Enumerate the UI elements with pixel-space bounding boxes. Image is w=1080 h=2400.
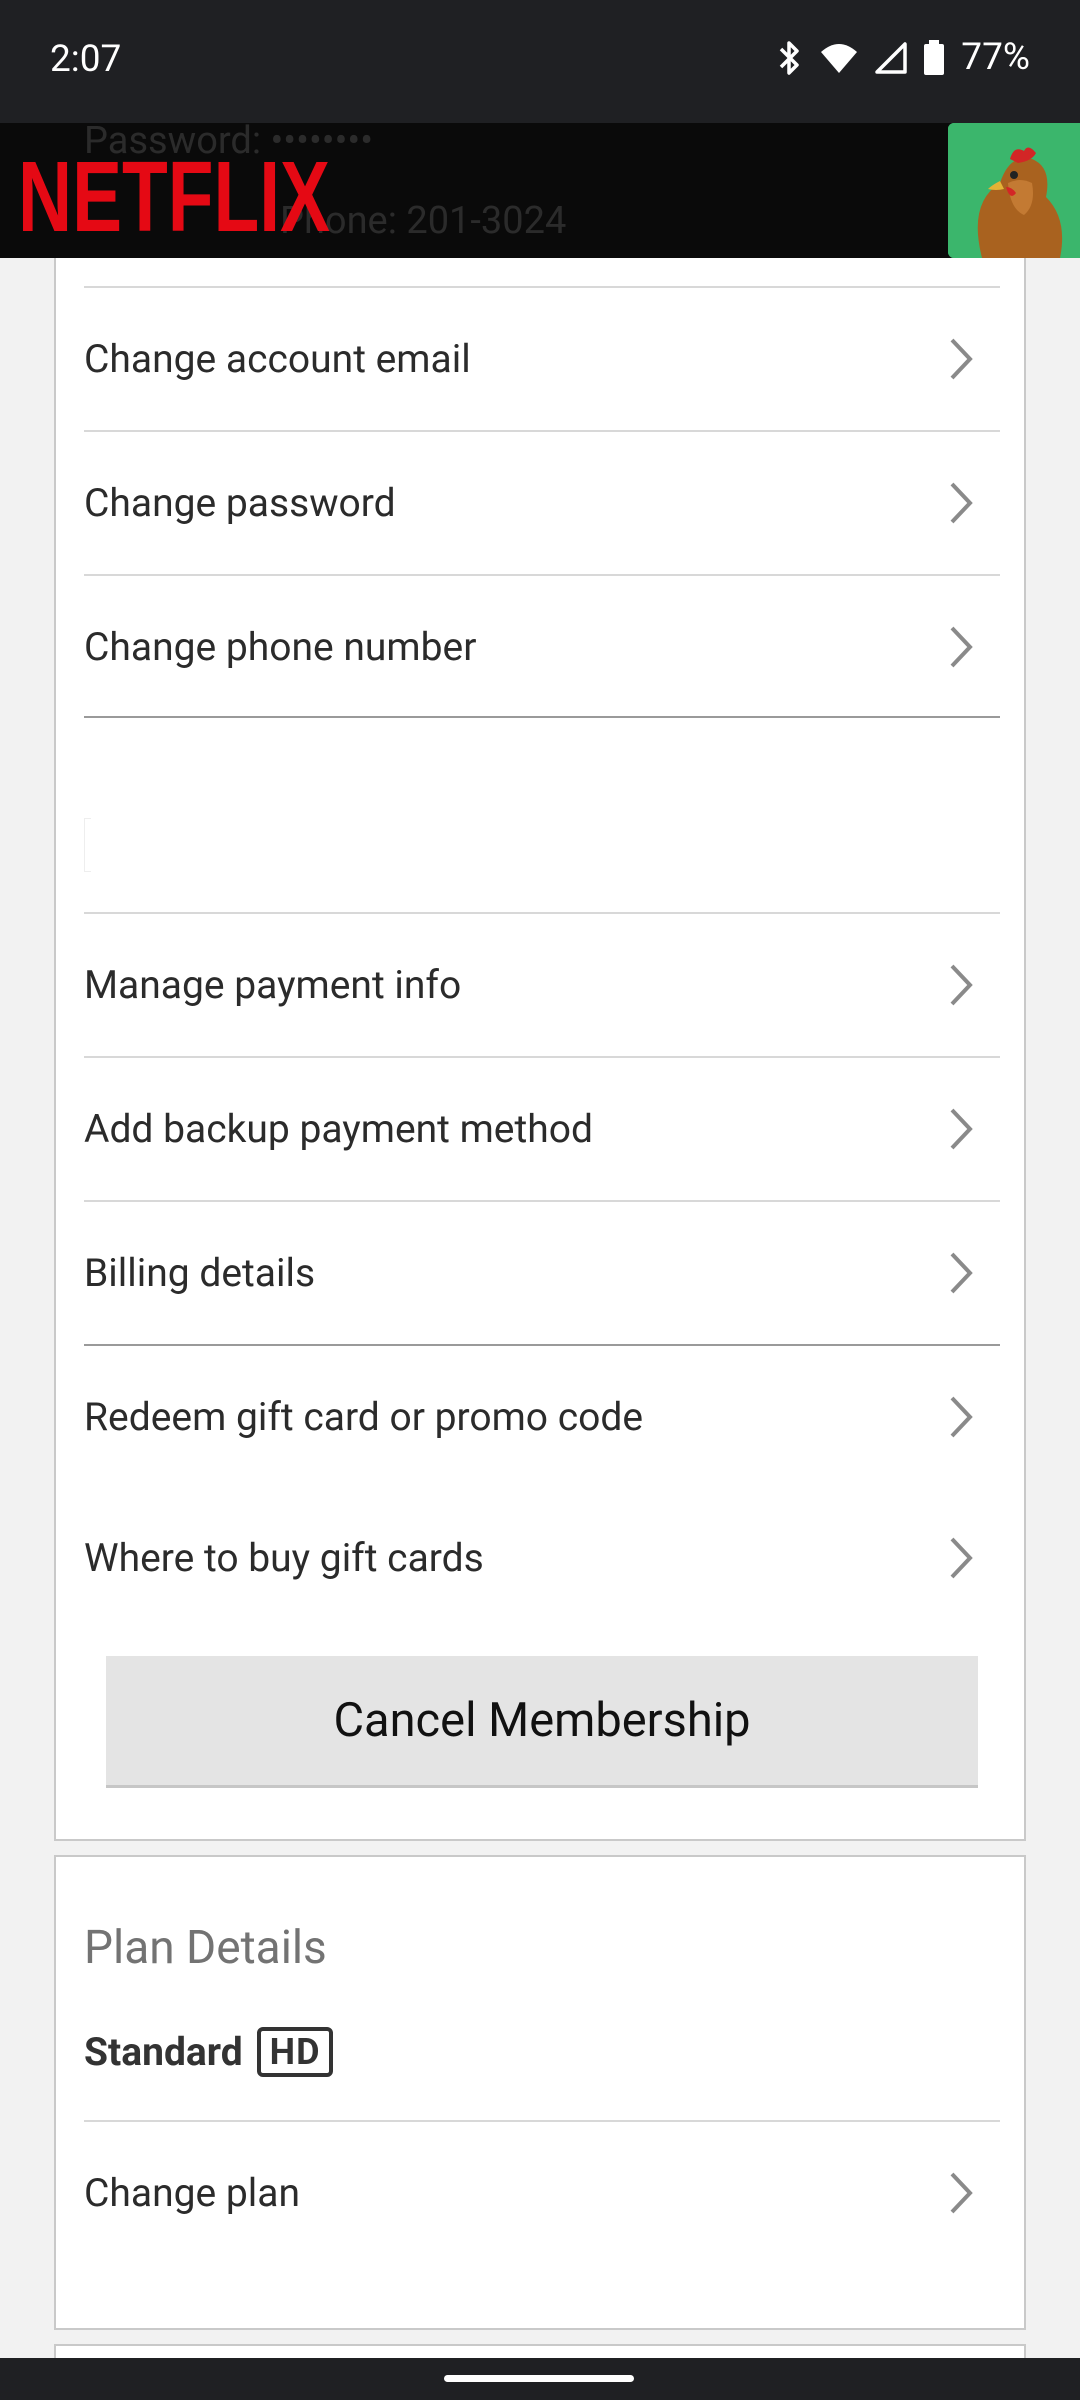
status-time: 2:07 — [50, 38, 122, 81]
chevron-right-icon — [950, 1108, 973, 1150]
buy-gift-cards-row[interactable]: Where to buy gift cards — [84, 1487, 1000, 1629]
chevron-right-icon — [950, 1537, 973, 1579]
placeholder-box — [84, 818, 91, 872]
manage-payment-row[interactable]: Manage payment info — [84, 914, 1000, 1056]
plan-details-card: Plan Details Standard HD Change plan — [54, 1855, 1026, 2330]
row-label: Change password — [84, 480, 396, 526]
row-label: Change account email — [84, 336, 471, 382]
wifi-icon — [821, 43, 858, 73]
status-bar: 2:07 77% — [0, 0, 1080, 123]
chevron-right-icon — [950, 626, 973, 668]
netflix-logo[interactable]: NETFLIX — [18, 145, 338, 245]
chevron-right-icon — [950, 2172, 973, 2214]
svg-text:NETFLIX: NETFLIX — [18, 145, 330, 245]
signal-icon — [875, 41, 908, 74]
row-label: Change phone number — [84, 624, 477, 670]
plan-name-label: Standard — [84, 2029, 243, 2075]
section-title: Plan Details — [84, 1921, 327, 1975]
hd-badge: HD — [256, 2027, 334, 2077]
chevron-right-icon — [950, 338, 973, 380]
plan-name: Standard HD — [84, 2027, 334, 2077]
change-email-row[interactable]: Change account email — [84, 288, 1000, 430]
row-label: Add backup payment method — [84, 1106, 593, 1152]
battery-icon — [924, 39, 945, 75]
app-header: Password: •••••••• Phone: 201-3024 NETFL… — [0, 123, 1080, 258]
cancel-membership-button[interactable]: Cancel Membership — [106, 1656, 978, 1788]
status-icons: 77% — [777, 36, 1030, 79]
chevron-right-icon — [950, 482, 973, 524]
change-password-row[interactable]: Change password — [84, 432, 1000, 574]
change-phone-row[interactable]: Change phone number — [84, 576, 1000, 718]
chevron-right-icon — [950, 964, 973, 1006]
battery-level: 77% — [961, 36, 1030, 79]
bluetooth-icon — [780, 40, 800, 75]
change-plan-row[interactable]: Change plan — [84, 2122, 1000, 2264]
row-label: Redeem gift card or promo code — [84, 1394, 644, 1440]
chevron-right-icon — [950, 1252, 973, 1294]
redeem-gift-card-row[interactable]: Redeem gift card or promo code — [84, 1346, 1000, 1488]
system-nav-bar — [0, 2358, 1080, 2400]
backup-payment-row[interactable]: Add backup payment method — [84, 1058, 1000, 1200]
home-gesture-handle[interactable] — [444, 2375, 634, 2382]
account-card: Change account email Change password Cha… — [54, 258, 1026, 1841]
chevron-right-icon — [950, 1396, 973, 1438]
row-label: Where to buy gift cards — [84, 1535, 484, 1581]
billing-details-row[interactable]: Billing details — [84, 1202, 1000, 1344]
profile-avatar[interactable] — [948, 123, 1080, 258]
row-label: Billing details — [84, 1250, 316, 1296]
row-label: Manage payment info — [84, 962, 462, 1008]
chicken-avatar-icon — [948, 123, 1080, 258]
row-label: Change plan — [84, 2170, 301, 2216]
section-divider — [84, 716, 1000, 718]
